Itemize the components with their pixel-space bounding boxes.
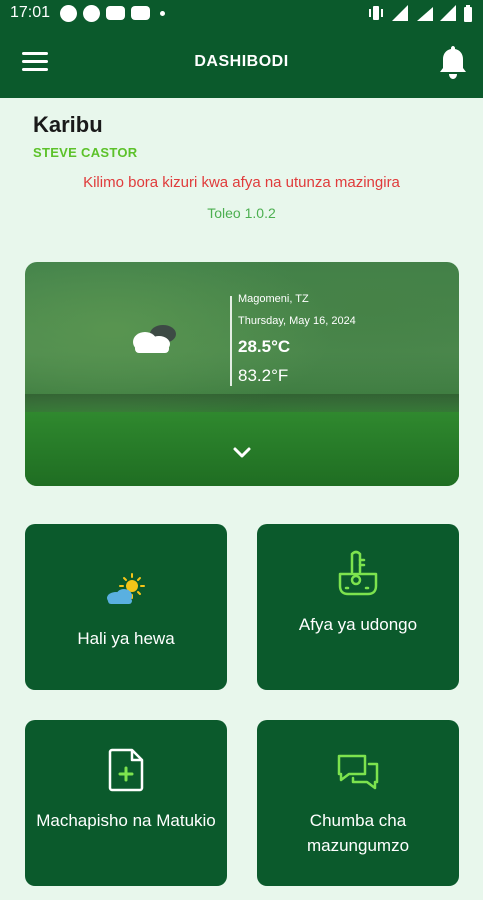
chevron-down-icon[interactable] [232,446,252,460]
whatsapp-icon [60,4,78,22]
chat-room-tile-label: Chumba cha mazungumzo [306,811,410,855]
system-icons [367,4,473,22]
greeting-title: Karibu [33,112,103,137]
vibrate-icon [369,6,383,20]
cloud-icon [133,325,176,353]
notification-icons [60,4,166,22]
app-icon [83,4,101,22]
youtube-icon [131,6,151,20]
soil-health-tile[interactable]: Afya ya udongo [257,524,459,690]
page-title: DASHIBODI [194,53,289,70]
soil-thermometer-icon [338,550,378,596]
more-dot-icon [160,10,166,16]
weather-icon [107,573,145,604]
data-icon [417,7,433,21]
weather-tile[interactable]: Hali ya hewa [25,524,227,690]
status-time: 17:01 [10,4,51,21]
chat-icon [337,754,379,790]
weather-card[interactable]: Magomeni, TZ Thursday, May 16, 2024 28.5… [25,262,459,486]
weather-location: Magomeni, TZ [238,293,309,305]
status-bar: 17:01 [0,0,483,26]
weather-divider [230,296,232,386]
background-horizon [25,394,459,414]
signal-icon [392,5,408,21]
add-document-icon [108,748,144,792]
battery-icon [464,4,472,22]
app-bar: DASHIBODI [0,26,483,98]
bell-icon[interactable] [437,44,469,80]
weather-tile-label: Hali ya hewa [77,629,175,648]
youtube-icon [106,6,126,20]
app-version: Toleo 1.0.2 [207,205,276,221]
temperature-celsius: 28.5°C [238,337,291,356]
chat-room-tile[interactable]: Chumba cha mazungumzo [257,720,459,886]
weather-date: Thursday, May 16, 2024 [238,315,356,327]
signal-icon [440,5,456,21]
username: STEVE CASTOR [33,145,138,160]
posts-events-tile-label: Machapisho na Matukio [36,811,216,830]
slogan: Kilimo bora kizuri kwa afya na utunza ma… [83,174,400,191]
posts-events-tile[interactable]: Machapisho na Matukio [25,720,227,886]
temperature-fahrenheit: 83.2°F [238,366,289,385]
soil-health-tile-label: Afya ya udongo [298,615,418,634]
menu-icon[interactable] [22,52,48,72]
